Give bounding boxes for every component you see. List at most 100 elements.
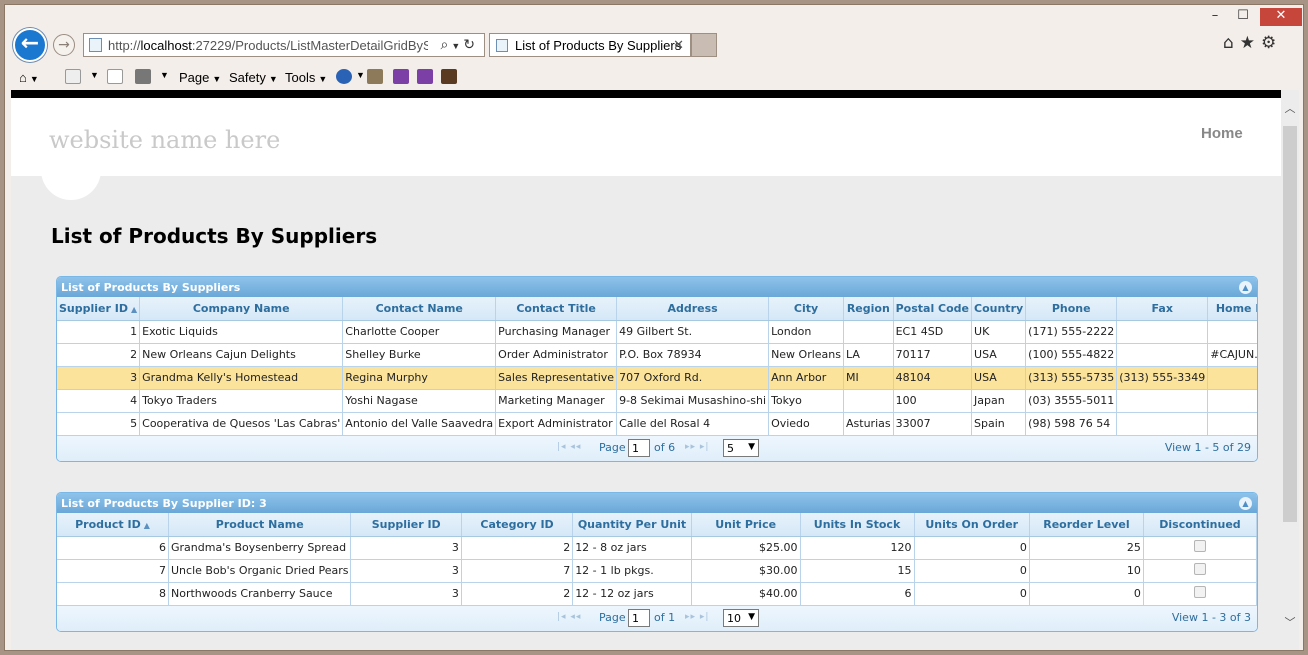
column-header[interactable]: Units In Stock xyxy=(800,513,915,537)
table-cell xyxy=(1143,536,1257,560)
back-button[interactable]: ← xyxy=(13,28,47,62)
column-header[interactable]: Units On Order xyxy=(914,513,1030,537)
table-row[interactable]: 1 Exotic Liquids Charlotte Cooper Purchasin… xyxy=(57,320,1257,344)
help-icon[interactable] xyxy=(336,69,352,84)
rows-per-page-select[interactable]: 10 ▼ xyxy=(723,608,759,627)
column-header-label: Supplier ID xyxy=(59,301,128,315)
close-window-button[interactable]: ✕ xyxy=(1260,8,1302,26)
table-row[interactable]: 2 New Orleans Cajun Delights Shelley Burke… xyxy=(57,343,1257,367)
column-header[interactable]: Category ID xyxy=(461,513,574,537)
chevron-down-icon[interactable]: ▼ xyxy=(90,70,99,80)
arrow-left-icon: ← xyxy=(20,31,40,56)
page-number-input[interactable]: 1 xyxy=(628,608,650,627)
table-cell: P.O. Box 78934 xyxy=(616,343,770,367)
close-tab-icon[interactable]: ✕ xyxy=(673,37,684,53)
table-row[interactable]: 7 Uncle Bob's Organic Dried Pears 3 7 12 - 1… xyxy=(57,559,1257,583)
address-bar[interactable]: http://localhost:27229/Products/ListMast… xyxy=(83,33,485,57)
maximize-button[interactable]: ☐ xyxy=(1229,8,1257,26)
table-cell: 8 xyxy=(57,582,169,606)
address-url[interactable]: http://localhost:27229/Products/ListMast… xyxy=(108,38,428,53)
table-row[interactable]: 8 Northwoods Cranberry Sauce 3 2 12 - 12 oz … xyxy=(57,582,1257,606)
discontinued-checkbox[interactable] xyxy=(1193,586,1206,598)
mail-icon[interactable] xyxy=(107,69,123,84)
favorites-star-icon[interactable]: ★ xyxy=(1240,33,1261,53)
chevron-down-icon[interactable]: ▼ xyxy=(356,70,365,80)
column-header-label: Phone xyxy=(1051,301,1091,315)
vertical-scrollbar[interactable]: ︿ ﹀ xyxy=(1281,90,1299,650)
column-header[interactable]: Company Name xyxy=(139,297,344,321)
column-header[interactable]: Address xyxy=(616,297,770,321)
search-icon[interactable]: ⌕ xyxy=(441,36,452,52)
home-icon[interactable]: ⌂ xyxy=(1223,33,1240,53)
table-cell: New Orleans xyxy=(768,343,844,367)
scroll-thumb[interactable] xyxy=(1283,126,1297,522)
collapse-icon[interactable]: ▲ xyxy=(1239,281,1252,294)
table-cell: #CAJUN.HTM# xyxy=(1207,343,1257,367)
column-header[interactable]: Region xyxy=(843,297,894,321)
chevron-down-icon[interactable]: ▼ xyxy=(451,41,463,51)
home-icon[interactable]: ⌂ ▼ xyxy=(19,70,39,85)
forward-button[interactable]: → xyxy=(53,34,75,56)
table-cell: 0 xyxy=(1029,582,1144,606)
column-header[interactable]: Product ID ▲ xyxy=(57,513,169,537)
column-header[interactable]: Supplier ID xyxy=(350,513,462,537)
next-last-page-icons[interactable]: ▸▸ ▸| xyxy=(685,442,709,452)
first-prev-page-icons[interactable]: |◂ ◂◂ xyxy=(557,442,581,452)
column-header[interactable]: Reorder Level xyxy=(1029,513,1144,537)
column-header[interactable]: Fax xyxy=(1116,297,1209,321)
table-cell: 12 - 12 oz jars xyxy=(572,582,692,606)
table-row[interactable]: 4 Tokyo Traders Yoshi Nagase Marketing Mana… xyxy=(57,389,1257,413)
menu-page[interactable]: Page ▼ xyxy=(179,70,221,85)
sort-ascending-icon: ▲ xyxy=(143,520,150,530)
column-header-label: Units In Stock xyxy=(813,517,901,531)
column-header[interactable]: Home Page xyxy=(1207,297,1257,321)
menu-safety[interactable]: Safety ▼ xyxy=(229,70,278,85)
table-cell: Tokyo xyxy=(768,389,844,413)
column-header[interactable]: Unit Price xyxy=(691,513,801,537)
page-number-input[interactable]: 1 xyxy=(628,438,650,457)
discontinued-checkbox[interactable] xyxy=(1193,563,1206,575)
column-header[interactable]: Supplier ID ▲ xyxy=(57,297,141,321)
refresh-icon[interactable]: ↻ xyxy=(463,36,478,52)
rows-per-page-select[interactable]: 5 ▼ xyxy=(723,438,759,457)
minimize-button[interactable]: – xyxy=(1201,8,1229,26)
nav-home-link[interactable]: Home xyxy=(1201,125,1243,142)
menu-safety-label: Safety xyxy=(229,70,266,85)
addon-icon[interactable] xyxy=(441,69,457,84)
table-cell: (98) 598 76 54 xyxy=(1025,412,1118,436)
menu-tools[interactable]: Tools ▼ xyxy=(285,70,327,85)
column-header[interactable]: Country xyxy=(971,297,1027,321)
next-last-page-icons[interactable]: ▸▸ ▸| xyxy=(685,612,709,622)
gear-icon[interactable]: ⚙ xyxy=(1261,33,1282,53)
table-cell: Grandma Kelly's Homestead xyxy=(139,366,344,390)
column-header[interactable]: Contact Name xyxy=(342,297,497,321)
column-header[interactable]: City xyxy=(768,297,844,321)
collapse-icon[interactable]: ▲ xyxy=(1239,497,1252,510)
onenote-linked-icon[interactable] xyxy=(417,69,433,84)
print-icon[interactable] xyxy=(135,69,151,84)
column-header[interactable]: Contact Title xyxy=(495,297,618,321)
table-cell: Shelley Burke xyxy=(342,343,497,367)
column-header[interactable]: Discontinued xyxy=(1143,513,1257,537)
chevron-down-icon[interactable]: ▼ xyxy=(160,70,169,80)
column-header[interactable]: Product Name xyxy=(168,513,352,537)
new-tab-button[interactable] xyxy=(691,33,717,57)
table-row[interactable]: 6 Grandma's Boysenberry Spread 3 2 12 - 8 oz… xyxy=(57,536,1257,560)
arrow-right-icon: → xyxy=(58,37,70,53)
scroll-up-arrow-icon[interactable]: ︿ xyxy=(1281,100,1299,118)
table-row[interactable]: 3 Grandma Kelly's Homestead Regina Murphy S… xyxy=(57,366,1257,390)
first-prev-page-icons[interactable]: |◂ ◂◂ xyxy=(557,612,581,622)
research-icon[interactable] xyxy=(367,69,383,84)
table-cell: Regina Murphy xyxy=(342,366,497,390)
table-cell: 5 xyxy=(57,412,141,436)
column-header[interactable]: Postal Code xyxy=(893,297,973,321)
column-header[interactable]: Phone xyxy=(1025,297,1118,321)
scroll-down-arrow-icon[interactable]: ﹀ xyxy=(1281,614,1299,632)
table-cell: MI xyxy=(843,366,894,390)
table-row[interactable]: 5 Cooperativa de Quesos 'Las Cabras' Anton… xyxy=(57,412,1257,436)
discontinued-checkbox[interactable] xyxy=(1193,540,1206,552)
feeds-icon[interactable] xyxy=(65,69,81,84)
onenote-icon[interactable] xyxy=(393,69,409,84)
tab-active[interactable]: List of Products By Suppliers ✕ xyxy=(489,33,691,57)
column-header[interactable]: Quantity Per Unit xyxy=(572,513,692,537)
